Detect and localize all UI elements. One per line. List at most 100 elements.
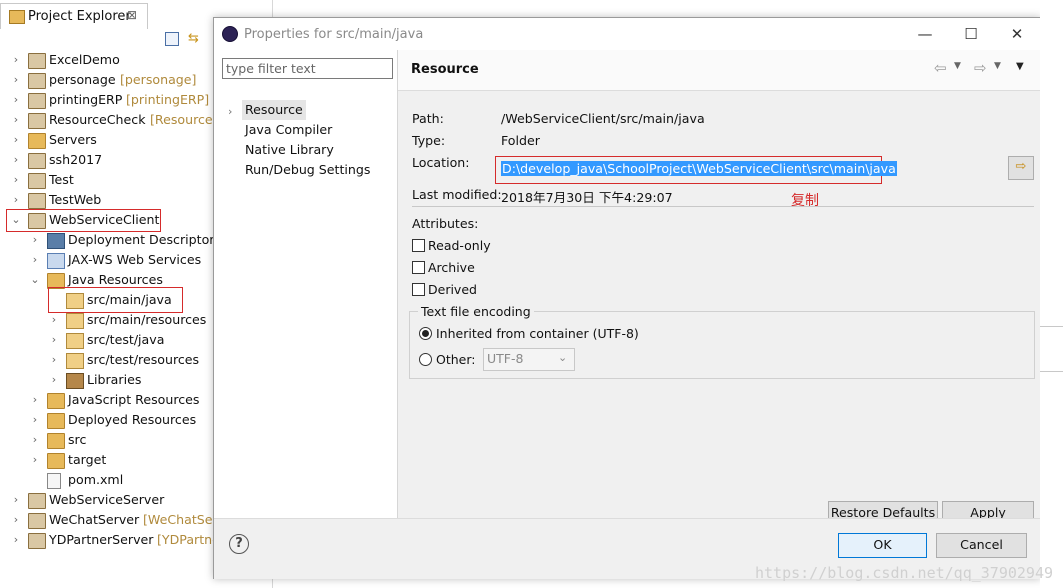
- page-title: Resource: [411, 62, 479, 77]
- project-icon: [28, 93, 46, 109]
- forward-icon[interactable]: ⇨: [974, 59, 987, 77]
- folder-icon: [47, 413, 65, 429]
- filter-input[interactable]: type filter text: [222, 58, 393, 79]
- tree-item-decoration: [printingERP]: [126, 92, 210, 107]
- chevron-right-icon[interactable]: ›: [10, 130, 22, 150]
- nav-item-native-library[interactable]: Native Library: [245, 140, 334, 160]
- divider: [1040, 371, 1063, 372]
- minimize-button[interactable]: —: [902, 18, 948, 50]
- annotation-copy: 复制: [791, 193, 819, 209]
- location-value[interactable]: D:\develop_java\SchoolProject\WebService…: [501, 161, 897, 176]
- folder-icon: [47, 433, 65, 449]
- nav-item-java-compiler[interactable]: Java Compiler: [245, 120, 332, 140]
- web-services-icon: [47, 253, 65, 269]
- project-icon: [28, 153, 46, 169]
- chevron-right-icon[interactable]: ›: [48, 330, 60, 350]
- tree-item-label: personage: [49, 72, 116, 87]
- chevron-right-icon[interactable]: ›: [10, 510, 22, 530]
- nav-item-run-debug-settings[interactable]: Run/Debug Settings: [245, 160, 370, 180]
- close-button[interactable]: ✕: [994, 18, 1040, 50]
- project-icon: [28, 493, 46, 509]
- page-header: Resource ⇦ ▼ ⇨ ▼ ▼: [398, 50, 1040, 91]
- encoding-select[interactable]: UTF-8 ⌄: [483, 348, 575, 371]
- inherited-radio[interactable]: [419, 327, 432, 340]
- chevron-right-icon[interactable]: ›: [228, 105, 232, 118]
- java-resources-icon: [47, 393, 65, 409]
- derived-checkbox[interactable]: [412, 283, 425, 296]
- chevron-right-icon[interactable]: ›: [10, 150, 22, 170]
- other-radio[interactable]: [419, 353, 432, 366]
- back-icon[interactable]: ⇦: [934, 59, 947, 77]
- show-in-system-explorer-button[interactable]: ⇨: [1008, 156, 1034, 180]
- chevron-right-icon[interactable]: ›: [10, 50, 22, 70]
- deployment-descriptor-icon: [47, 233, 65, 249]
- derived-label: Derived: [428, 282, 477, 297]
- tree-item-label: Deployment Descriptor: V: [68, 232, 232, 247]
- project-icon: [28, 53, 46, 69]
- type-label: Type:: [412, 133, 446, 148]
- help-icon[interactable]: ?: [229, 534, 249, 554]
- chevron-right-icon[interactable]: ›: [48, 370, 60, 390]
- cancel-button[interactable]: Cancel: [936, 533, 1027, 558]
- project-icon: [28, 73, 46, 89]
- chevron-right-icon[interactable]: ›: [29, 390, 41, 410]
- properties-page: Resource ⇦ ▼ ⇨ ▼ ▼ Path: /WebServiceClie…: [398, 50, 1040, 526]
- title-bar: Properties for src/main/java — ☐ ✕: [214, 18, 1040, 50]
- chevron-right-icon[interactable]: ›: [29, 430, 41, 450]
- eclipse-icon: [222, 26, 238, 42]
- tree-item-label: Libraries: [87, 372, 142, 387]
- chevron-right-icon[interactable]: ›: [29, 450, 41, 470]
- source-folder-icon: [66, 333, 84, 349]
- last-modified-label: Last modified:: [412, 187, 502, 202]
- tree-item-label: JavaScript Resources: [68, 392, 200, 407]
- chevron-right-icon[interactable]: ›: [48, 310, 60, 330]
- chevron-right-icon[interactable]: ›: [48, 350, 60, 370]
- project-icon: [28, 513, 46, 529]
- chevron-right-icon[interactable]: ›: [10, 490, 22, 510]
- chevron-right-icon[interactable]: ›: [29, 250, 41, 270]
- chevron-right-icon[interactable]: ›: [29, 230, 41, 250]
- location-label: Location:: [412, 155, 470, 170]
- folder-icon: [28, 133, 46, 149]
- tree-item-label: printingERP: [49, 92, 123, 107]
- view-menu-icon[interactable]: ▼: [1016, 61, 1024, 72]
- last-modified-value: 2018年7月30日 下午4:29:07: [501, 190, 673, 205]
- tree-item-label: TestWeb: [49, 192, 102, 207]
- maximize-button[interactable]: ☐: [948, 18, 994, 50]
- project-icon: [28, 533, 46, 549]
- chevron-right-icon[interactable]: ›: [10, 110, 22, 130]
- tree-item-label: src: [68, 432, 87, 447]
- source-folder-icon: [66, 313, 84, 329]
- read-only-checkbox[interactable]: [412, 239, 425, 252]
- radio-dot: [422, 330, 429, 337]
- path-value: /WebServiceClient/src/main/java: [501, 111, 705, 126]
- nav-item-resource[interactable]: Resource: [242, 100, 306, 120]
- other-label: Other:: [436, 352, 476, 367]
- chevron-right-icon[interactable]: ›: [10, 190, 22, 210]
- chevron-down-icon: ⌄: [558, 351, 568, 364]
- read-only-label: Read-only: [428, 238, 491, 253]
- watermark: https://blog.csdn.net/qq_37902949: [754, 564, 1053, 582]
- chevron-down-icon[interactable]: ⌄: [29, 270, 41, 290]
- chevron-right-icon[interactable]: ›: [29, 410, 41, 430]
- encoding-select-value: UTF-8: [487, 351, 524, 366]
- library-icon: [66, 373, 84, 389]
- tree-item-label: WebServiceServer: [49, 492, 165, 507]
- tree-item-label: Servers: [49, 132, 97, 147]
- ok-button[interactable]: OK: [838, 533, 927, 558]
- tree-item-label: src/test/java: [87, 332, 165, 347]
- chevron-right-icon[interactable]: ›: [10, 90, 22, 110]
- dialog-title: Properties for src/main/java: [244, 27, 424, 42]
- chevron-down-icon[interactable]: ▼: [954, 61, 961, 71]
- tree-item-label: ssh2017: [49, 152, 103, 167]
- encoding-group-title: Text file encoding: [418, 304, 534, 319]
- chevron-down-icon[interactable]: ▼: [994, 61, 1001, 71]
- archive-checkbox[interactable]: [412, 261, 425, 274]
- chevron-right-icon[interactable]: ›: [10, 70, 22, 90]
- archive-label: Archive: [428, 260, 475, 275]
- chevron-right-icon[interactable]: ›: [10, 170, 22, 190]
- editor-area: [1040, 0, 1063, 588]
- xml-file-icon: [47, 473, 61, 489]
- project-icon: [28, 173, 46, 189]
- chevron-right-icon[interactable]: ›: [10, 530, 22, 550]
